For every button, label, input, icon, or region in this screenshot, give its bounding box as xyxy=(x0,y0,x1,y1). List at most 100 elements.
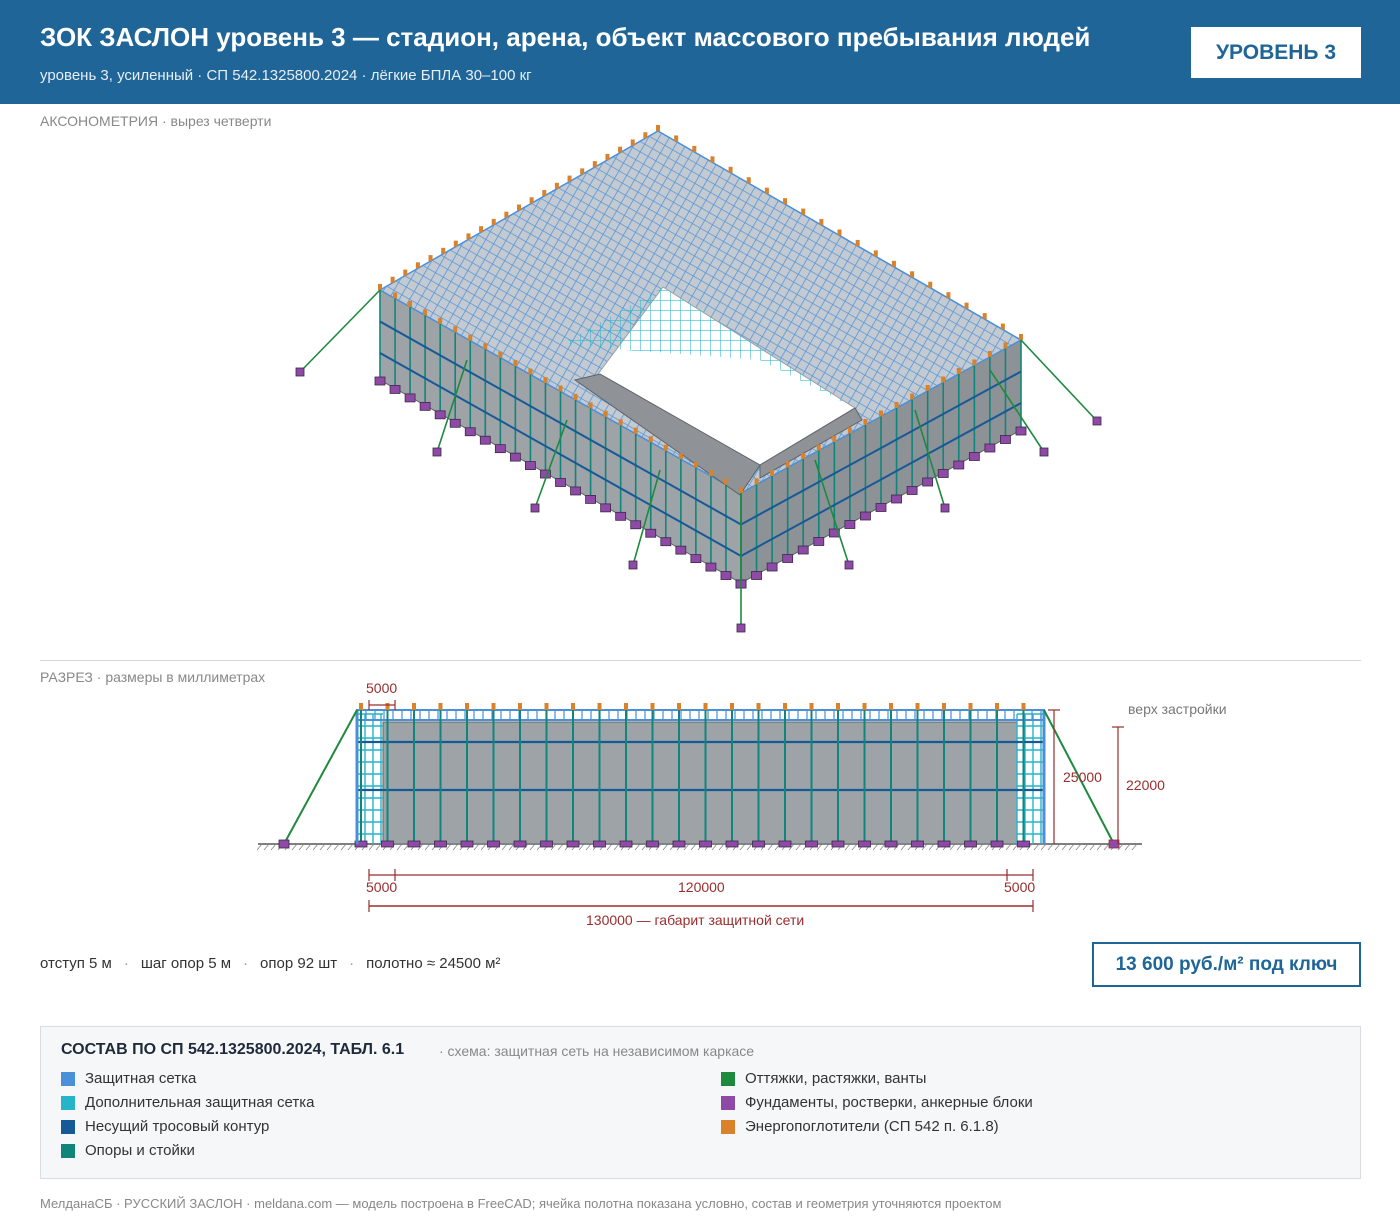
energy-absorber xyxy=(941,376,946,383)
price-box: 13 600 руб./м² под ключ xyxy=(1092,942,1361,987)
ground-hatch xyxy=(291,843,298,851)
dim-height-building: 22000 xyxy=(1126,777,1165,793)
section-energy-absorber xyxy=(624,703,628,710)
ground-hatch xyxy=(333,843,340,851)
section-energy-absorber xyxy=(968,703,973,710)
ground-hatch xyxy=(424,843,431,851)
ground-hatch xyxy=(326,843,333,851)
ground-hatch xyxy=(1068,843,1075,851)
energy-absorber xyxy=(1003,342,1008,349)
energy-absorber xyxy=(618,419,623,426)
legend-scheme: · схема: защитная сеть на независимом ка… xyxy=(439,1043,755,1059)
energy-absorber xyxy=(648,436,653,443)
axonometry-drawing xyxy=(295,125,1102,633)
energy-absorber xyxy=(403,269,408,276)
legend-panel: СОСТАВ ПО СП 542.1325800.2024, ТАБЛ. 6.1… xyxy=(40,1026,1361,1179)
energy-absorber xyxy=(453,240,458,247)
energy-absorber xyxy=(693,461,698,468)
ground-hatch xyxy=(473,843,480,851)
ground-hatch xyxy=(690,843,697,851)
ground-hatch xyxy=(1047,843,1054,851)
energy-absorber xyxy=(498,351,503,358)
foundation-block xyxy=(509,452,521,462)
energy-absorber xyxy=(708,470,713,477)
legend-swatch xyxy=(721,1119,735,1134)
energy-absorber xyxy=(723,478,728,485)
legend-item: Энергопоглотители (СП 542 п. 6.1.8) xyxy=(721,1118,999,1135)
legend-swatch xyxy=(61,1095,75,1110)
foundation-block xyxy=(645,528,657,538)
foundation-block xyxy=(782,554,794,563)
section-foundation xyxy=(540,840,553,848)
ground-hatch xyxy=(949,843,956,851)
energy-absorber xyxy=(441,247,446,254)
foundation-block xyxy=(404,393,416,403)
energy-absorber xyxy=(891,260,896,267)
energy-absorber xyxy=(972,359,977,366)
ground-hatch xyxy=(872,843,879,851)
footer-note: МелданаСБ · РУССКИЙ ЗАСЛОН · meldana.com… xyxy=(40,1196,1002,1211)
foundation-block xyxy=(844,520,856,529)
energy-absorber xyxy=(567,175,572,182)
stat-supports: опор 92 шт xyxy=(260,955,338,972)
energy-absorber xyxy=(746,177,751,184)
legend-item: Фундаменты, ростверки, анкерные блоки xyxy=(721,1094,1033,1111)
ground-hatch xyxy=(298,843,305,851)
energy-absorber xyxy=(558,385,563,392)
ground-hatch xyxy=(501,843,508,851)
legend-swatch xyxy=(721,1095,735,1110)
energy-absorber xyxy=(468,334,473,341)
foundation-block xyxy=(751,571,762,580)
foundation-block xyxy=(705,562,717,572)
energy-absorber xyxy=(894,402,899,408)
ground-hatch xyxy=(368,843,375,851)
section-energy-absorber xyxy=(836,703,840,710)
section-energy-absorber xyxy=(438,703,443,710)
foundation-block xyxy=(1000,435,1011,444)
legend-item-label: Несущий тросовый контур xyxy=(85,1118,270,1135)
foundation-block xyxy=(984,443,996,453)
energy-absorber xyxy=(678,453,683,460)
legend-swatch xyxy=(61,1143,75,1158)
energy-absorber xyxy=(801,453,806,459)
dim-height-net: 25000 xyxy=(1063,769,1102,785)
energy-absorber xyxy=(428,255,433,262)
section-foundation xyxy=(752,840,765,848)
ground-hatch xyxy=(1054,843,1061,851)
anchor-block xyxy=(736,623,746,633)
energy-absorber xyxy=(674,135,679,142)
building-top-note: верх застройки xyxy=(1128,701,1227,717)
section-foundation xyxy=(672,840,686,848)
energy-absorber xyxy=(879,410,883,417)
energy-absorber xyxy=(956,368,961,374)
section-foundation xyxy=(407,840,421,848)
ground-hatch xyxy=(746,843,753,851)
energy-absorber xyxy=(603,410,608,417)
energy-absorber xyxy=(692,145,697,152)
legend-title: СОСТАВ ПО СП 542.1325800.2024, ТАБЛ. 6.1 xyxy=(61,1041,405,1058)
section-foundation xyxy=(593,840,606,848)
foundation-block xyxy=(906,486,918,495)
section-foundation xyxy=(725,840,739,848)
ground-hatch xyxy=(270,843,277,851)
section-foundation xyxy=(513,840,527,848)
energy-absorber xyxy=(408,300,413,307)
dim-total-width: 130000 — габарит защитной сети xyxy=(586,912,804,928)
anchor-block xyxy=(295,367,305,377)
foundation-block xyxy=(891,494,902,504)
ground-hatch xyxy=(634,843,641,851)
section-energy-absorber xyxy=(889,703,893,710)
ground-hatch xyxy=(340,843,347,851)
section-energy-absorber xyxy=(915,703,920,710)
building-body xyxy=(382,721,1018,845)
ground-hatch xyxy=(1075,843,1082,851)
ground-hatch xyxy=(1103,843,1110,851)
section-energy-absorber xyxy=(544,703,549,710)
foundation-block xyxy=(585,495,596,504)
energy-absorber xyxy=(1000,323,1005,330)
ground-hatch xyxy=(578,843,585,851)
energy-absorber xyxy=(783,198,788,205)
foundation-block xyxy=(464,427,476,437)
energy-absorber xyxy=(528,368,533,375)
energy-absorber xyxy=(453,326,458,333)
